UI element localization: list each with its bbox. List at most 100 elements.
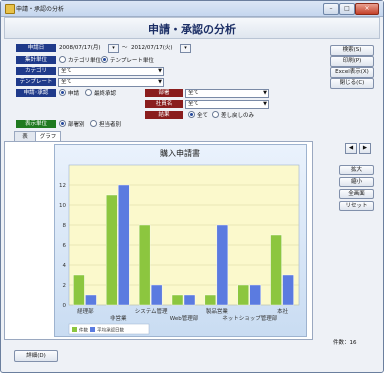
details-button[interactable]: 詳細(D) <box>14 350 58 362</box>
bar <box>118 184 130 306</box>
dept-label: 部署 <box>145 89 183 97</box>
result-label: 結果 <box>145 111 183 119</box>
print-button[interactable]: 印刷(P) <box>330 56 374 67</box>
radio-selected-icon <box>59 120 66 127</box>
apply-radio-apply[interactable]: 申請 <box>59 89 79 97</box>
window-title: 申請・承認の分析 <box>16 6 65 13</box>
unit-radio-template[interactable]: テンプレート単位 <box>101 56 154 64</box>
title-bar: 申請・承認の分析 – □ × <box>1 1 383 17</box>
bar <box>282 274 294 306</box>
date-to-calendar-button[interactable]: ▾ <box>180 44 191 53</box>
display-opt1-label: 部署別 <box>68 122 85 128</box>
y-tick-label: 2 <box>63 283 67 289</box>
apply-label: 申請･承認 <box>16 89 56 97</box>
bar <box>150 284 163 306</box>
radio-icon <box>212 111 219 118</box>
excel-button[interactable]: Excel表示(X) <box>330 67 374 78</box>
apply-opt2-label: 最終承認 <box>94 91 117 97</box>
display-radio-person[interactable]: 担当者別 <box>90 120 121 128</box>
legend-swatch <box>90 327 95 332</box>
fullscreen-button[interactable]: 全画面 <box>339 189 374 199</box>
prev-button[interactable]: ◀ <box>345 143 357 154</box>
radio-selected-icon <box>101 56 108 63</box>
category-label: カテゴリ <box>16 67 56 75</box>
employee-select[interactable]: 全て ▼ <box>185 100 269 109</box>
legend-swatch <box>72 327 77 332</box>
result-radio-returned[interactable]: 差し戻しのみ <box>212 111 254 119</box>
chevron-down-icon: ▼ <box>158 79 162 85</box>
display-opt2-label: 担当者別 <box>99 122 122 128</box>
display-unit-label: 表示単位 <box>16 120 56 128</box>
bar <box>237 284 249 306</box>
search-button[interactable]: 検索(S) <box>330 45 374 56</box>
minimize-button[interactable]: – <box>323 3 339 15</box>
header-banner: 申請・承認の分析 <box>4 17 380 39</box>
close-window-button[interactable]: × <box>355 3 379 15</box>
y-tick-label: 12 <box>59 183 66 189</box>
zoom-out-button[interactable]: 縮小 <box>339 177 374 187</box>
result-opt1-label: 全て <box>197 113 209 119</box>
y-tick-label: 8 <box>63 223 67 229</box>
apply-radio-final[interactable]: 最終承認 <box>85 89 116 97</box>
zoom-in-button[interactable]: 拡大 <box>339 165 374 175</box>
chevron-down-icon: ▼ <box>263 90 267 96</box>
template-value: 全て <box>61 79 73 85</box>
template-label: テンプレート <box>16 78 56 86</box>
chart-title: 購入申請書 <box>160 148 200 158</box>
employee-value: 全て <box>188 101 200 107</box>
bar <box>183 294 196 306</box>
date-from-value[interactable]: 2008/07/17(月) <box>59 44 101 52</box>
template-select[interactable]: 全て ▼ <box>58 78 164 87</box>
date-from-calendar-button[interactable]: ▾ <box>108 44 119 53</box>
bar <box>106 194 118 306</box>
radio-selected-icon <box>188 111 195 118</box>
bar <box>216 224 229 306</box>
bar <box>85 294 97 306</box>
calendar-icon: ▾ <box>184 45 187 51</box>
bar <box>204 294 217 306</box>
dept-select[interactable]: 全て ▼ <box>185 89 269 98</box>
maximize-button[interactable]: □ <box>339 3 355 15</box>
unit-radio-category[interactable]: カテゴリ単位 <box>59 56 101 64</box>
date-tilde: ～ <box>122 45 128 51</box>
result-radio-all[interactable]: 全て <box>188 111 208 119</box>
bar <box>138 224 151 306</box>
unit-label: 集計単位 <box>16 56 56 64</box>
plot-area <box>68 164 300 306</box>
close-button[interactable]: 閉じる(C) <box>330 78 374 89</box>
dept-value: 全て <box>188 90 200 96</box>
page-title: 申請・承認の分析 <box>148 23 236 36</box>
display-radio-dept[interactable]: 部署別 <box>59 120 85 128</box>
x-tick-label: 経理部 <box>77 307 94 315</box>
reset-button[interactable]: リセット <box>339 201 374 211</box>
radio-icon <box>85 89 92 96</box>
employee-label: 社員名 <box>145 100 183 108</box>
x-tick-label: 製品営業 <box>206 307 229 315</box>
legend-label: 平均承認日数 <box>97 327 124 334</box>
app-icon <box>5 4 15 14</box>
date-to-value[interactable]: 2012/07/17(火) <box>131 44 173 52</box>
radio-icon <box>59 56 66 63</box>
x-tick-label: システム管理 <box>135 307 168 315</box>
radio-icon <box>90 120 97 127</box>
date-label: 申請日 <box>16 44 56 52</box>
record-count: 件数：16 <box>333 340 357 346</box>
chevron-down-icon: ▼ <box>158 68 162 74</box>
x-tick-label: 非営業 <box>110 314 127 322</box>
x-tick-label: Web管理部 <box>170 314 199 322</box>
category-select[interactable]: 全て ▼ <box>58 67 164 76</box>
unit-opt2-label: テンプレート単位 <box>110 58 154 64</box>
unit-opt1-label: カテゴリ単位 <box>68 58 102 64</box>
bar <box>73 274 85 306</box>
calendar-icon: ▾ <box>112 45 115 51</box>
bar <box>249 284 261 306</box>
bar <box>270 234 282 306</box>
next-button[interactable]: ▶ <box>359 143 371 154</box>
y-tick-label: 6 <box>63 243 67 249</box>
chevron-down-icon: ▼ <box>263 101 267 107</box>
category-value: 全て <box>61 68 73 74</box>
radio-selected-icon <box>59 89 66 96</box>
x-tick-label: 本社 <box>277 307 289 315</box>
y-tick-label: 4 <box>63 263 67 269</box>
y-tick-label: 0 <box>63 303 67 309</box>
